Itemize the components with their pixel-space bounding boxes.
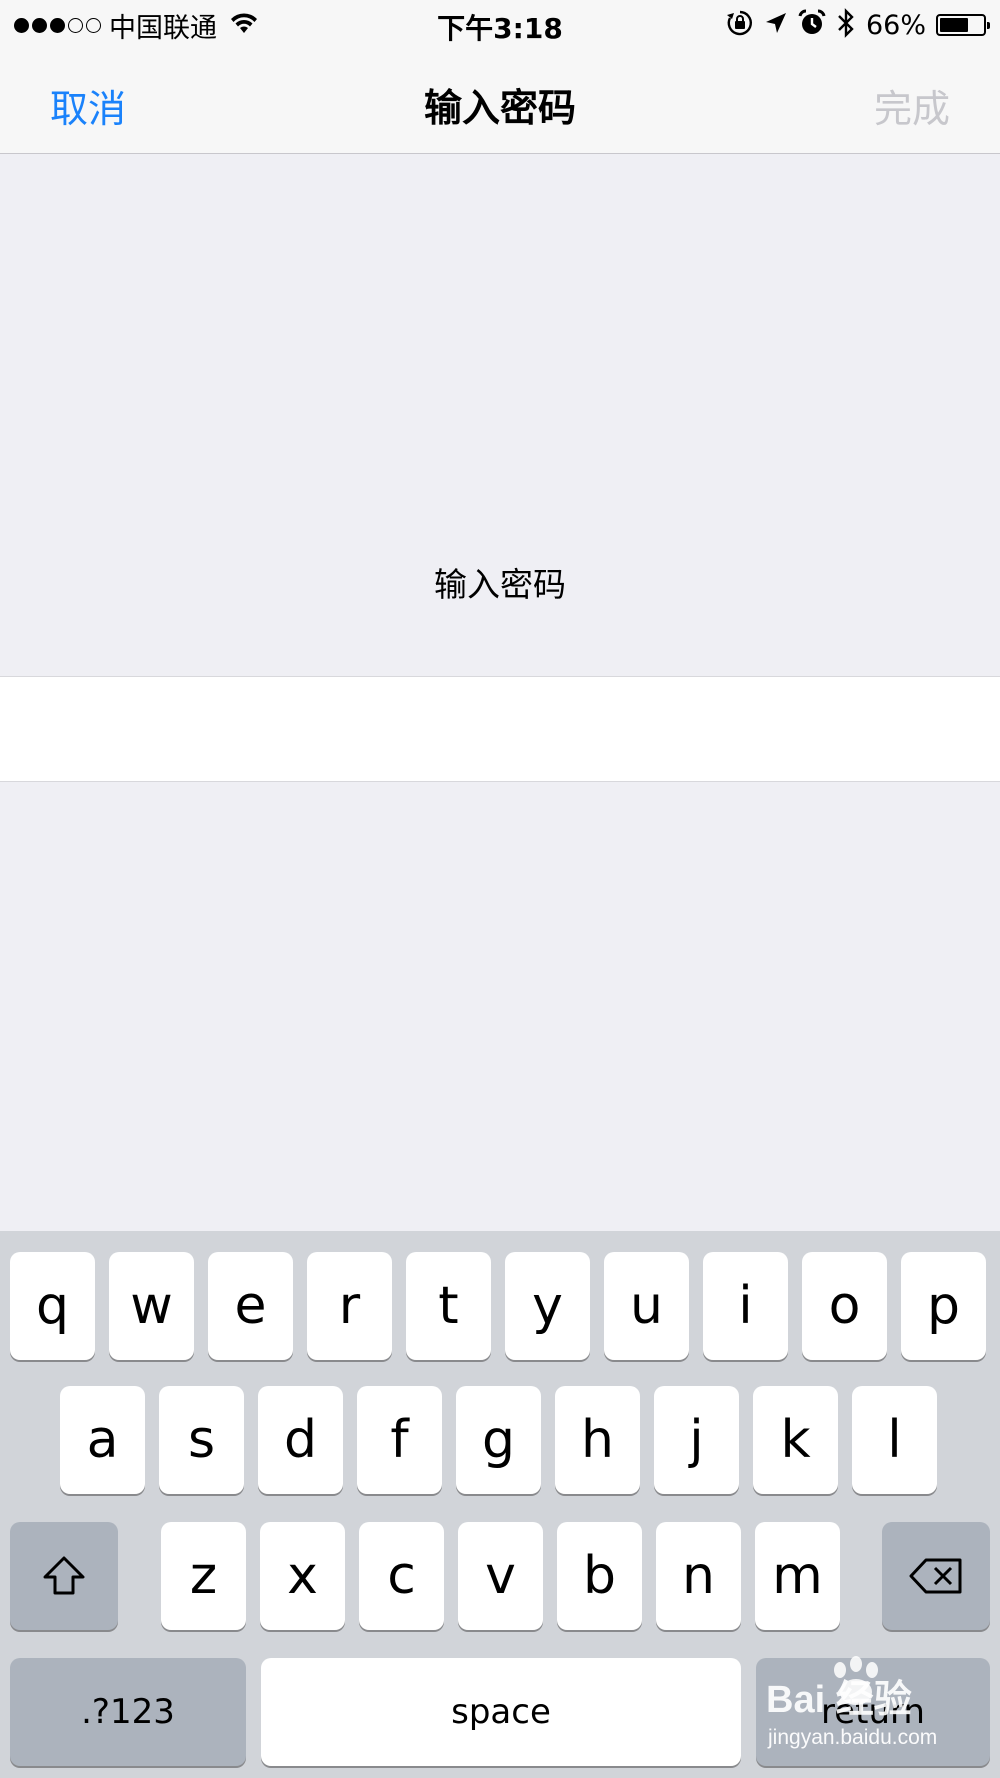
signal-strength-icon: [14, 17, 101, 33]
key-n[interactable]: n: [656, 1522, 741, 1630]
status-right: 66%: [726, 8, 990, 42]
status-bar: 中国联通 下午3:18 66%: [0, 0, 1000, 50]
key-r[interactable]: r: [307, 1252, 392, 1360]
key-w[interactable]: w: [109, 1252, 194, 1360]
orientation-lock-icon: [726, 9, 754, 41]
key-j[interactable]: j: [654, 1386, 739, 1494]
password-entry-screen: 中国联通 下午3:18 66% 取消 输入密码 完成 输入密码 q w e r …: [0, 0, 1000, 1778]
key-m[interactable]: m: [755, 1522, 840, 1630]
key-b[interactable]: b: [557, 1522, 642, 1630]
key-i[interactable]: i: [703, 1252, 788, 1360]
key-g[interactable]: g: [456, 1386, 541, 1494]
key-e[interactable]: e: [208, 1252, 293, 1360]
key-h[interactable]: h: [555, 1386, 640, 1494]
key-p[interactable]: p: [901, 1252, 986, 1360]
key-u[interactable]: u: [604, 1252, 689, 1360]
keyboard: qwertyuiop asdfghjkl zxcvbnm .?123 space…: [0, 1231, 1000, 1778]
space-key[interactable]: space: [261, 1658, 741, 1766]
password-input[interactable]: [0, 676, 1000, 782]
backspace-icon: [909, 1558, 962, 1594]
navigation-bar: 取消 输入密码 完成: [0, 50, 1000, 154]
shift-arrow-icon: [43, 1556, 85, 1595]
key-c[interactable]: c: [359, 1522, 444, 1630]
shift-key[interactable]: [10, 1522, 118, 1630]
key-a[interactable]: a: [60, 1386, 145, 1494]
battery-icon: [936, 14, 990, 36]
key-k[interactable]: k: [753, 1386, 838, 1494]
bluetooth-icon: [836, 8, 856, 42]
done-button[interactable]: 完成: [874, 78, 950, 133]
battery-percent: 66%: [865, 9, 926, 41]
numbers-key[interactable]: .?123: [10, 1658, 246, 1766]
cancel-button[interactable]: 取消: [50, 78, 126, 133]
key-q[interactable]: q: [10, 1252, 95, 1360]
key-d[interactable]: d: [258, 1386, 343, 1494]
key-s[interactable]: s: [159, 1386, 244, 1494]
password-prompt: 输入密码: [434, 565, 566, 604]
key-v[interactable]: v: [458, 1522, 543, 1630]
key-o[interactable]: o: [802, 1252, 887, 1360]
key-y[interactable]: y: [505, 1252, 590, 1360]
location-arrow-icon: [764, 11, 788, 39]
key-x[interactable]: x: [260, 1522, 345, 1630]
return-key[interactable]: return: [756, 1658, 990, 1766]
status-left: 中国联通: [14, 8, 259, 44]
delete-key[interactable]: [882, 1522, 990, 1630]
key-z[interactable]: z: [161, 1522, 246, 1630]
page-title: 输入密码: [423, 86, 576, 130]
key-t[interactable]: t: [406, 1252, 491, 1360]
key-l[interactable]: l: [852, 1386, 937, 1494]
key-f[interactable]: f: [357, 1386, 442, 1494]
wifi-icon: [229, 11, 259, 39]
carrier-name: 中国联通: [109, 12, 217, 44]
alarm-icon: [798, 9, 826, 41]
